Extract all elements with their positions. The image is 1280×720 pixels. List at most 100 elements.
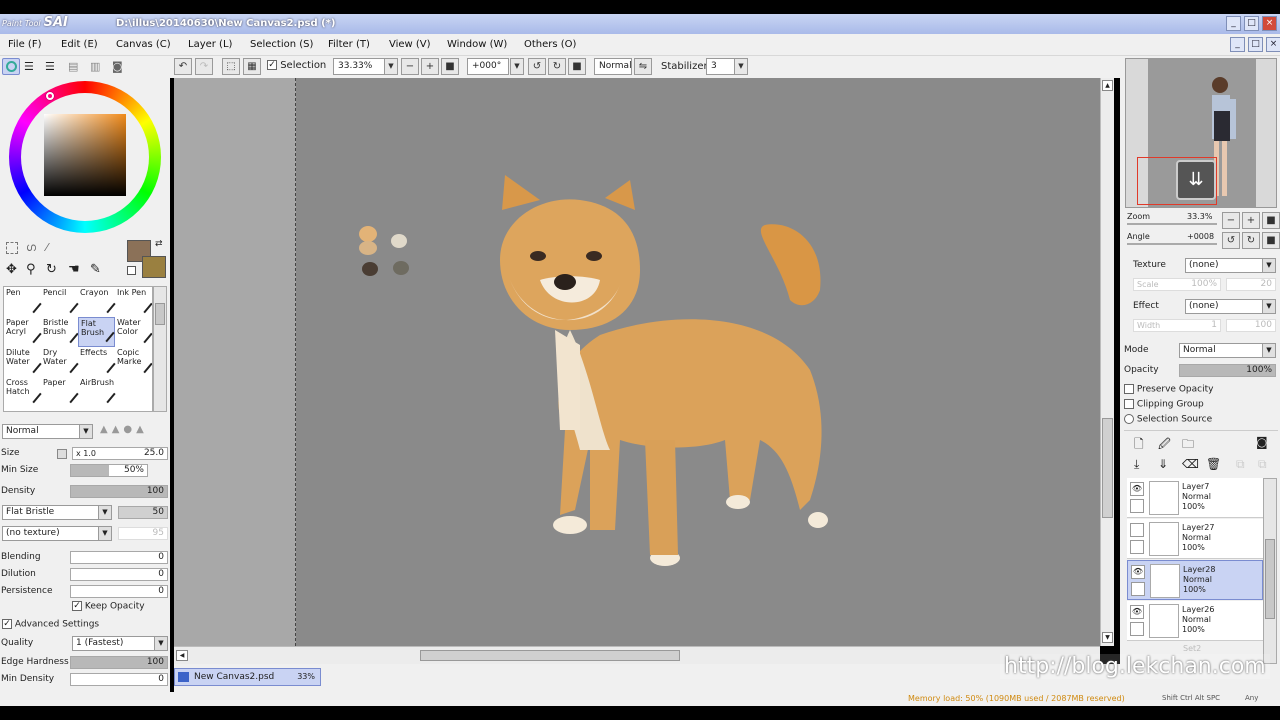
brush-slot-ink pen[interactable]: Ink Pen	[115, 287, 152, 317]
layer-settings-icon[interactable]: ⧉	[1258, 457, 1267, 472]
dilution-slider[interactable]: 0	[70, 568, 168, 581]
layer-row-layer28[interactable]: 👁 Layer28 Normal 100%	[1127, 560, 1263, 600]
layer-texture-select[interactable]: (none) ▼	[1185, 258, 1276, 273]
invert-selection-button[interactable]: ▦	[243, 58, 261, 75]
layer-opacity-slider[interactable]: 100%	[1179, 364, 1276, 377]
navigator-preview[interactable]: ⇊	[1125, 58, 1277, 208]
new-linework-layer-icon[interactable]: 🖉	[1158, 435, 1171, 456]
visibility-eye-icon[interactable]: 👁	[1130, 482, 1144, 496]
menu-others[interactable]: Others (O)	[524, 39, 576, 50]
layer-lock-toggle[interactable]	[1130, 622, 1144, 636]
layer-row-layer26[interactable]: 👁 Layer26 Normal 100%	[1127, 601, 1263, 641]
nav-rotate-reset-button[interactable]: ■	[1262, 232, 1280, 249]
nav-zoom-reset-button[interactable]: ■	[1262, 212, 1280, 229]
saturation-value-square[interactable]	[44, 114, 126, 196]
brush-slot-paper[interactable]: Paper	[41, 377, 79, 407]
new-folder-icon[interactable]: 🗀	[1182, 435, 1194, 456]
brush-slot-airbrush[interactable]: AirBrush	[78, 377, 116, 407]
transfer-down-icon[interactable]: ⤓	[1134, 457, 1139, 472]
advanced-settings-checkbox[interactable]: ✓ Advanced Settings	[2, 619, 99, 630]
clipping-group-checkbox[interactable]: Clipping Group	[1124, 399, 1204, 410]
selection-source-checkbox[interactable]: Selection Source	[1124, 414, 1212, 425]
visibility-eye-icon[interactable]: 👁	[1131, 565, 1145, 579]
brush-slot-pen[interactable]: Pen	[4, 287, 42, 317]
hue-marker[interactable]	[46, 92, 54, 100]
brush-slot-crayon[interactable]: Crayon	[78, 287, 116, 317]
color-wheel-tab[interactable]	[2, 58, 20, 75]
brush-slot-cross[interactable]: Cross Hatch	[4, 377, 42, 407]
size-slider[interactable]: x 1.0 25.0	[72, 447, 168, 460]
rgb-slider-tab[interactable]: ☰	[24, 60, 34, 73]
zoom-dropdown[interactable]: ▼	[384, 58, 398, 75]
min-density-slider[interactable]: 0	[70, 673, 168, 686]
layer-lock-toggle[interactable]	[1130, 499, 1144, 513]
menu-view[interactable]: View (V)	[389, 39, 431, 50]
rotate-icon[interactable]: ↻	[46, 262, 57, 277]
new-layer-icon[interactable]: 🗋	[1134, 435, 1144, 456]
nav-zoom-out-button[interactable]: −	[1222, 212, 1240, 229]
menu-canvas[interactable]: Canvas (C)	[116, 39, 171, 50]
menu-file[interactable]: File (F)	[8, 39, 41, 50]
zoom-icon[interactable]: ⚲	[26, 262, 36, 277]
hsv-slider-tab[interactable]: ☰	[45, 60, 55, 73]
density-slider[interactable]: 100	[70, 485, 168, 498]
mixer-tab[interactable]: ◙	[112, 60, 123, 73]
effect-strength-field[interactable]: 100	[1226, 319, 1276, 332]
merge-down-icon[interactable]: ⇓	[1158, 457, 1168, 471]
brush-grid-scrollbar[interactable]	[153, 286, 167, 412]
lasso-icon[interactable]: ഗ	[26, 241, 36, 255]
layer-lock-toggle[interactable]	[1131, 582, 1145, 596]
nav-rotate-left-button[interactable]: ↺	[1222, 232, 1240, 249]
brush-texture-value[interactable]: 95	[118, 527, 168, 540]
delete-layer-icon[interactable]: 🗑	[1206, 457, 1221, 471]
menu-filter[interactable]: Filter (T)	[328, 39, 370, 50]
swap-colors-icon[interactable]: ⇄	[155, 239, 163, 249]
rect-select-icon[interactable]	[6, 242, 18, 254]
visibility-eye-icon[interactable]: 👁	[1130, 605, 1144, 619]
brush-slot-pencil[interactable]: Pencil	[41, 287, 79, 317]
nav-rotate-right-button[interactable]: ↻	[1242, 232, 1260, 249]
layer-mode-select[interactable]: Normal ▼	[1179, 343, 1276, 358]
brush-slot-dilute[interactable]: Dilute Water	[4, 347, 42, 377]
angle-dropdown[interactable]: ▼	[510, 58, 524, 75]
brush-slot-flat[interactable]: Flat Brush	[78, 317, 115, 347]
brush-blend-mode-select[interactable]: Normal ▼	[2, 424, 93, 439]
canvas-horizontal-scrollbar[interactable]: ◀	[174, 646, 1100, 664]
hand-icon[interactable]: ☚	[68, 262, 80, 277]
swatches-tab[interactable]: ▤	[68, 60, 78, 73]
secondary-color-swatch[interactable]	[142, 256, 166, 278]
layer-list-scrollbar[interactable]	[1263, 478, 1277, 664]
brush-slot-copic[interactable]: Copic Marke	[115, 347, 152, 377]
layer-effect-select[interactable]: (none) ▼	[1185, 299, 1276, 314]
size-lock-icon[interactable]	[57, 449, 67, 459]
transparent-color-icon[interactable]	[127, 266, 136, 275]
persistence-slider[interactable]: 0	[70, 585, 168, 598]
brush-shape-select[interactable]: Flat Bristle ▼	[2, 505, 112, 520]
nav-zoom-in-button[interactable]: +	[1242, 212, 1260, 229]
redo-button[interactable]: ↷	[195, 58, 213, 75]
effect-width-slider[interactable]: Width 1	[1133, 319, 1221, 332]
zoom-out-button[interactable]: −	[401, 58, 419, 75]
brush-texture-select[interactable]: (no texture) ▼	[2, 526, 112, 541]
angle-field[interactable]: +000°	[467, 58, 509, 75]
minimize-button[interactable]: _	[1226, 16, 1241, 31]
duplicate-layer-icon[interactable]: ⧉	[1236, 457, 1245, 472]
brush-slot-bristle[interactable]: Bristle Brush	[41, 317, 79, 347]
move-icon[interactable]: ✥	[6, 262, 17, 277]
scratchpad-tab[interactable]: ▥	[90, 60, 100, 73]
doc-close-button[interactable]: ×	[1266, 37, 1280, 52]
menu-layer[interactable]: Layer (L)	[188, 39, 232, 50]
magic-wand-icon[interactable]: ⁄	[46, 241, 48, 254]
doc-minimize-button[interactable]: _	[1230, 37, 1245, 52]
menu-selection[interactable]: Selection (S)	[250, 39, 313, 50]
selection-toggle[interactable]: ✓ Selection	[267, 60, 326, 71]
layer-row-partial[interactable]: Set2	[1183, 644, 1201, 653]
brush-slot-water[interactable]: Water Color	[115, 317, 152, 347]
menu-window[interactable]: Window (W)	[447, 39, 507, 50]
rotate-right-button[interactable]: ↻	[548, 58, 566, 75]
flip-button[interactable]: ⇋	[634, 58, 652, 75]
layer-row-layer27[interactable]: Layer27 Normal 100%	[1127, 519, 1263, 559]
keep-opacity-checkbox[interactable]: ✓ Keep Opacity	[72, 601, 145, 612]
eyedropper-icon[interactable]: ✎	[90, 262, 101, 277]
close-button[interactable]: ×	[1262, 16, 1277, 31]
